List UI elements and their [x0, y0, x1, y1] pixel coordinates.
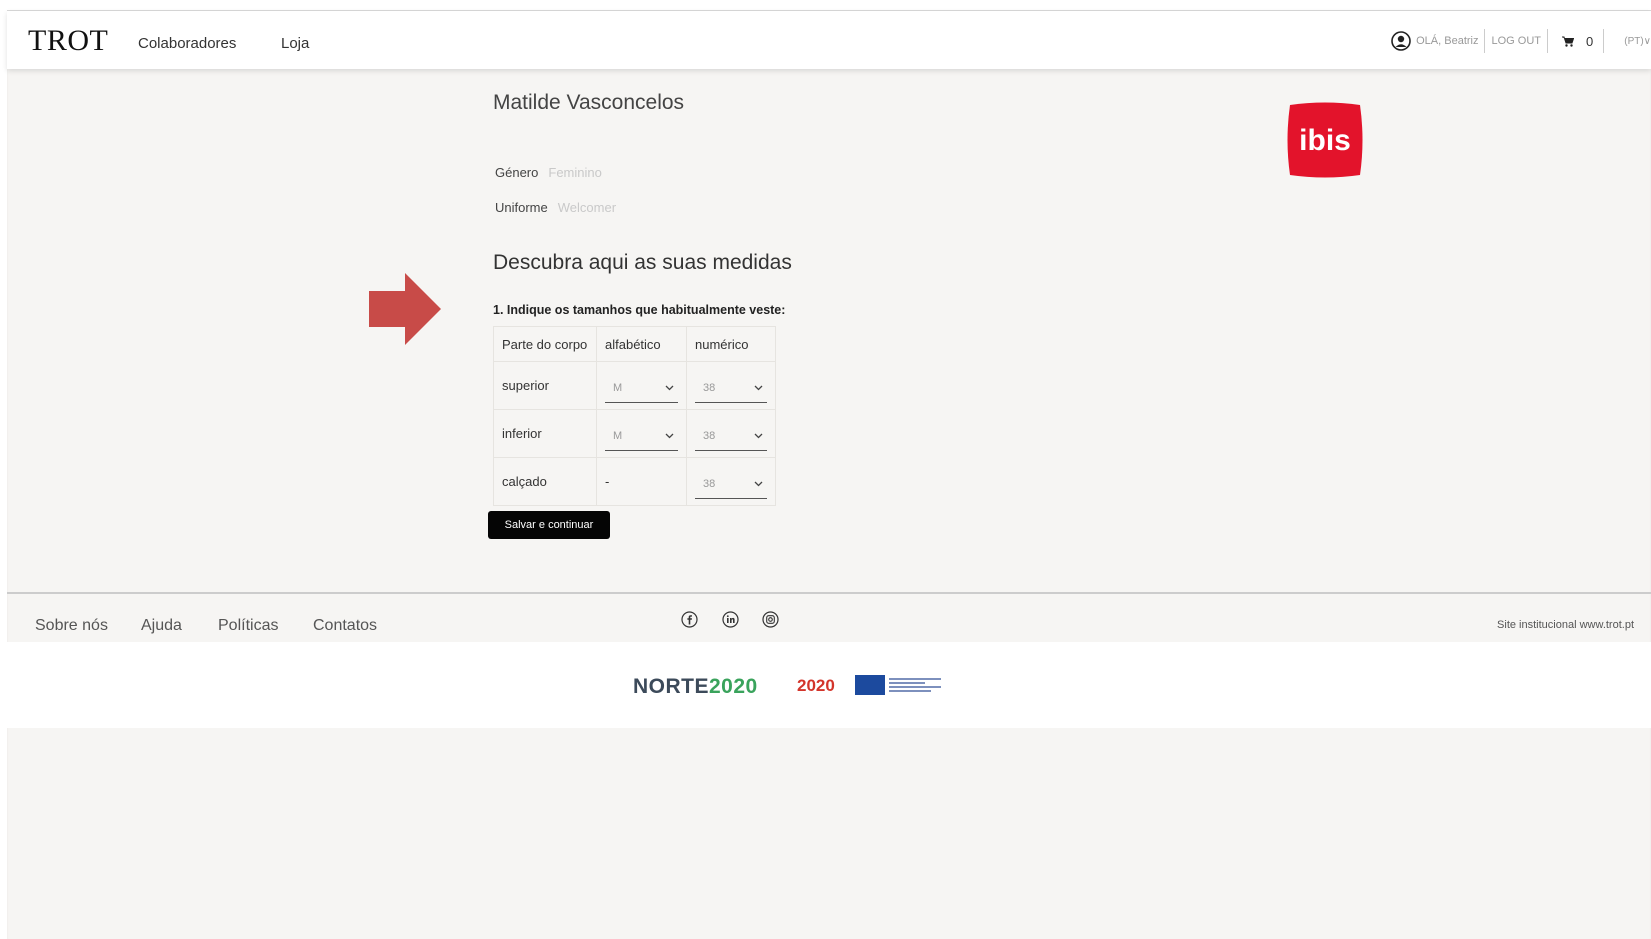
alpha-size-cell: M: [596, 409, 687, 458]
alpha-size-select[interactable]: M: [605, 422, 678, 451]
trot-logo[interactable]: TROT: [28, 24, 108, 58]
employee-name: Matilde Vasconcelos: [493, 91, 685, 114]
selected-value: 38: [703, 478, 716, 490]
user-avatar-icon[interactable]: [1391, 31, 1411, 51]
funding-logos-bar: NORTE2020 2020: [7, 642, 1651, 728]
alpha-size-cell: M: [596, 361, 687, 410]
uniform-row: Uniforme Welcomer: [495, 200, 616, 215]
footer-link-contatos[interactable]: Contatos: [313, 617, 377, 635]
footer-link-ajuda[interactable]: Ajuda: [141, 617, 182, 635]
alpha-size-select[interactable]: M: [605, 374, 678, 403]
column-header: numérico: [686, 326, 776, 362]
table-row: calçado - 38: [493, 457, 776, 506]
user-greeting[interactable]: OLÁ, Beatriz: [1416, 35, 1478, 47]
numeric-size-select[interactable]: 38: [695, 374, 767, 403]
user-area: OLÁ, Beatriz LOG OUT 0 (PT)∨: [1391, 27, 1651, 55]
selected-value: M: [613, 430, 623, 442]
selected-value: 38: [703, 382, 716, 394]
gender-label: Género: [495, 165, 539, 180]
footer-divider: [7, 592, 1651, 594]
ibis-logo: ibis: [1287, 102, 1363, 178]
selected-value: M: [613, 382, 623, 394]
eu-flag-icon: [855, 675, 885, 695]
uniform-label: Uniforme: [495, 200, 548, 215]
save-continue-button[interactable]: Salvar e continuar: [488, 511, 610, 539]
divider: [1603, 29, 1605, 53]
gender-row: Género Feminino: [495, 165, 602, 180]
cart-button[interactable]: 0: [1554, 34, 1601, 49]
chevron-down-icon: [665, 385, 674, 391]
divider: [1484, 29, 1486, 53]
institutional-site-link[interactable]: Site institucional www.trot.pt: [1497, 619, 1634, 631]
norte2020-logo: NORTE2020: [633, 675, 758, 698]
chevron-down-icon: [754, 481, 763, 487]
eu-fund-logo: [889, 676, 941, 694]
numeric-size-cell: 38: [686, 409, 776, 458]
column-header: alfabético: [596, 326, 687, 362]
chevron-down-icon: [754, 385, 763, 391]
body-part-label: calçado: [493, 457, 597, 506]
logout-link[interactable]: LOG OUT: [1491, 35, 1541, 47]
portugal2020-logo: 2020: [797, 676, 835, 695]
facebook-icon[interactable]: [681, 611, 698, 628]
table-row: superior M 38: [493, 361, 776, 410]
body-part-label: superior: [493, 361, 597, 410]
cart-icon: [1562, 36, 1574, 47]
footer-link-politicas[interactable]: Políticas: [218, 617, 278, 635]
ibis-logo-text: ibis: [1299, 124, 1351, 157]
top-navigation-bar: TROT Colaboradores Loja OLÁ, Beatriz LOG…: [7, 11, 1651, 69]
footer-link-sobre-nos[interactable]: Sobre nós: [35, 617, 108, 635]
alpha-size-cell: -: [596, 457, 687, 506]
body-part-label: inferior: [493, 409, 597, 458]
chevron-down-icon: [665, 433, 674, 439]
divider: [1547, 29, 1548, 53]
column-header: Parte do corpo: [493, 326, 597, 362]
language-selector[interactable]: (PT)∨: [1624, 36, 1651, 47]
numeric-size-select[interactable]: 38: [695, 470, 767, 499]
chevron-down-icon: [754, 433, 763, 439]
table-header-row: Parte do corpo alfabético numérico: [493, 326, 776, 362]
instagram-icon[interactable]: [762, 611, 779, 628]
page-frame: TROT Colaboradores Loja OLÁ, Beatriz LOG…: [7, 10, 1651, 939]
linkedin-icon[interactable]: [722, 611, 739, 628]
measurements-title: Descubra aqui as suas medidas: [493, 251, 792, 274]
gender-value: Feminino: [548, 165, 602, 180]
uniform-value: Welcomer: [557, 200, 617, 215]
numeric-size-cell: 38: [686, 361, 776, 410]
numeric-size-cell: 38: [686, 457, 776, 506]
nav-colaboradores[interactable]: Colaboradores: [138, 35, 236, 52]
pointer-arrow-icon: [369, 273, 441, 345]
numeric-size-select[interactable]: 38: [695, 422, 767, 451]
selected-value: 38: [703, 430, 716, 442]
cart-count: 0: [1586, 33, 1594, 49]
nav-loja[interactable]: Loja: [281, 35, 309, 52]
measurements-question: 1. Indique os tamanhos que habitualmente…: [493, 303, 786, 317]
sizes-table: Parte do corpo alfabético numérico super…: [493, 326, 776, 506]
table-row: inferior M 38: [493, 409, 776, 458]
